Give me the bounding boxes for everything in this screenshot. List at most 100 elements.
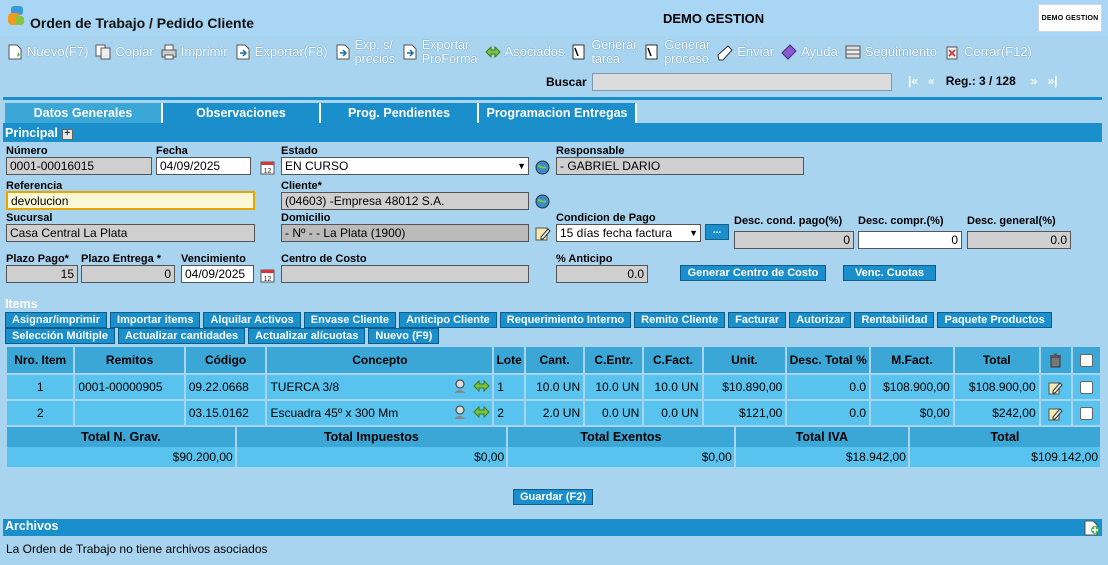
nuevo-button[interactable]: Nuevo(F7) <box>6 43 88 61</box>
actualizar-alicuotas-button[interactable]: Actualizar alícuotas <box>248 328 366 344</box>
next-record-button[interactable]: » <box>1031 74 1038 88</box>
autorizar-button[interactable]: Autorizar <box>789 312 852 328</box>
col-total[interactable]: Total <box>954 347 1039 373</box>
arrows-icon[interactable] <box>473 378 491 395</box>
paquete-productos-button[interactable]: Paquete Productos <box>937 312 1052 328</box>
generar-tarea-button[interactable]: Generar tarea <box>570 38 637 66</box>
fecha-field[interactable]: 04/09/2025 <box>156 157 251 175</box>
table-row[interactable]: 2 03.15.0162 Escuadra 45º x 300 Mm 2 2.0… <box>7 401 1100 425</box>
asociados-button[interactable]: Asociados <box>484 43 564 61</box>
col-nro-item[interactable]: Nro. Item <box>7 347 74 373</box>
edit-icon[interactable] <box>1047 405 1064 422</box>
archivos-empty-text: La Orden de Trabajo no tiene archivos as… <box>6 542 268 556</box>
items-header-row: Nro. Item Remitos Código Concepto Lote C… <box>7 347 1100 373</box>
generar-centro-costo-button[interactable]: Generar Centro de Costo <box>680 265 826 281</box>
expand-plus-icon[interactable]: + <box>61 129 73 140</box>
col-c-fact[interactable]: C.Fact. <box>644 347 702 373</box>
copiar-button[interactable]: Copiar <box>94 43 154 61</box>
col-c-entr[interactable]: C.Entr. <box>585 347 643 373</box>
first-record-button[interactable]: |« <box>908 74 918 88</box>
tab-datos-generales[interactable]: Datos Generales <box>5 103 163 123</box>
person-search-icon[interactable] <box>453 378 470 395</box>
condicion-pago-select[interactable]: 15 días fecha factura ▼ <box>556 224 701 242</box>
requerimiento-interno-button[interactable]: Requerimiento Interno <box>499 312 632 328</box>
edit-icon[interactable] <box>1047 379 1064 396</box>
facturar-button[interactable]: Facturar <box>728 312 787 328</box>
col-codigo[interactable]: Código <box>185 347 266 373</box>
trash-icon[interactable] <box>1047 352 1064 369</box>
importar-items-button[interactable]: Importar items <box>110 312 201 328</box>
anticipo-cliente-button[interactable]: Anticipo Cliente <box>399 312 497 328</box>
cerrar-label: Cerrar(F12) <box>963 44 1032 59</box>
guardar-button[interactable]: Guardar (F2) <box>513 489 593 505</box>
search-input[interactable] <box>592 73 892 91</box>
total-value: $109.142,00 <box>909 447 1100 467</box>
tab-programacion-entregas[interactable]: Programacion Entregas <box>479 103 637 123</box>
col-unit[interactable]: Unit. <box>703 347 786 373</box>
cell-c-entr: 0.0 UN <box>585 401 643 425</box>
tab-prog-pendientes[interactable]: Prog. Pendientes <box>321 103 479 123</box>
total-header: Total <box>909 427 1100 447</box>
imprimir-button[interactable]: Imprimir <box>160 43 228 61</box>
person-search-icon[interactable] <box>453 404 470 421</box>
tab-observaciones[interactable]: Observaciones <box>163 103 321 123</box>
rentabilidad-button[interactable]: Rentabilidad <box>854 312 935 328</box>
desc-cond-pago-field: 0 <box>734 231 854 249</box>
desc-compr-input[interactable]: 0 <box>858 231 962 249</box>
calendar-icon[interactable]: 12 <box>258 158 276 176</box>
condicion-pago-more-button[interactable]: ... <box>705 224 729 240</box>
venc-cuotas-button[interactable]: Venc. Cuotas <box>843 265 936 281</box>
total-exentos-header: Total Exentos <box>508 427 734 447</box>
add-file-icon[interactable] <box>1082 519 1100 536</box>
calendar-icon[interactable]: 12 <box>258 266 276 284</box>
col-concepto[interactable]: Concepto <box>267 347 493 373</box>
cell-m-fact: $0,00 <box>871 401 953 425</box>
envase-cliente-button[interactable]: Envase Cliente <box>303 312 397 328</box>
prev-record-button[interactable]: « <box>928 74 935 88</box>
enviar-button[interactable]: Enviar <box>716 43 774 61</box>
remito-cliente-button[interactable]: Remito Cliente <box>634 312 726 328</box>
select-all-checkbox[interactable] <box>1080 353 1094 367</box>
chevron-down-icon: ▼ <box>517 161 526 171</box>
row-checkbox[interactable] <box>1080 381 1094 395</box>
exp-precios-button[interactable]: Exp. s/precios <box>334 38 395 66</box>
col-lote[interactable]: Lote <box>494 347 524 373</box>
col-cant[interactable]: Cant. <box>525 347 584 373</box>
cerrar-button[interactable]: Cerrar(F12) <box>943 43 1032 61</box>
seleccion-multiple-button[interactable]: Selección Múltiple <box>5 328 115 344</box>
task-icon <box>570 43 588 61</box>
row-checkbox[interactable] <box>1080 407 1094 421</box>
archivos-section-header: Archivos <box>3 519 1102 536</box>
nuevo-item-button[interactable]: Nuevo (F9) <box>368 328 440 344</box>
table-row[interactable]: 1 0001-00000905 09.22.0668 TUERCA 3/8 1 … <box>7 375 1100 399</box>
cell-total: $108.900,00 <box>954 375 1039 399</box>
col-remitos[interactable]: Remitos <box>75 347 184 373</box>
actualizar-cantidades-button[interactable]: Actualizar cantidades <box>117 328 246 344</box>
ayuda-button[interactable]: Ayuda <box>780 43 838 61</box>
col-desc-total[interactable]: Desc. Total % <box>787 347 870 373</box>
cell-desc: 0.0 <box>787 375 870 399</box>
seguimiento-button[interactable]: Seguimiento <box>844 43 937 61</box>
globe-icon[interactable] <box>533 158 551 176</box>
total-impuestos-header: Total Impuestos <box>236 427 507 447</box>
vencimiento-label: Vencimiento <box>181 253 246 265</box>
referencia-input[interactable]: devolucion <box>6 191 255 210</box>
estado-select[interactable]: EN CURSO ▼ <box>281 157 529 175</box>
alquilar-activos-button[interactable]: Alquilar Activos <box>203 312 301 328</box>
generar-tarea-label: Generar tarea <box>591 38 638 66</box>
total-iva-header: Total IVA <box>735 427 908 447</box>
arrows-icon[interactable] <box>473 404 491 421</box>
edit-note-icon[interactable] <box>533 224 551 242</box>
asignar-imprimir-button[interactable]: Asignar/imprimir <box>5 312 108 328</box>
col-m-fact[interactable]: M.Fact. <box>871 347 953 373</box>
vencimiento-field[interactable]: 04/09/2025 <box>181 265 254 283</box>
concepto-text: Escuadra 45º x 300 Mm <box>270 406 399 420</box>
cell-remito <box>75 401 184 425</box>
numero-field: 0001-00016015 <box>6 157 152 175</box>
exportar-button[interactable]: Exportar(F8) <box>234 43 328 61</box>
concepto-text: TUERCA 3/8 <box>270 380 340 394</box>
last-record-button[interactable]: »| <box>1047 74 1057 88</box>
exportar-proforma-button[interactable]: Exportar ProForma <box>401 38 478 66</box>
generar-proceso-button[interactable]: Generar proceso <box>643 38 710 66</box>
globe-icon[interactable] <box>533 192 551 210</box>
